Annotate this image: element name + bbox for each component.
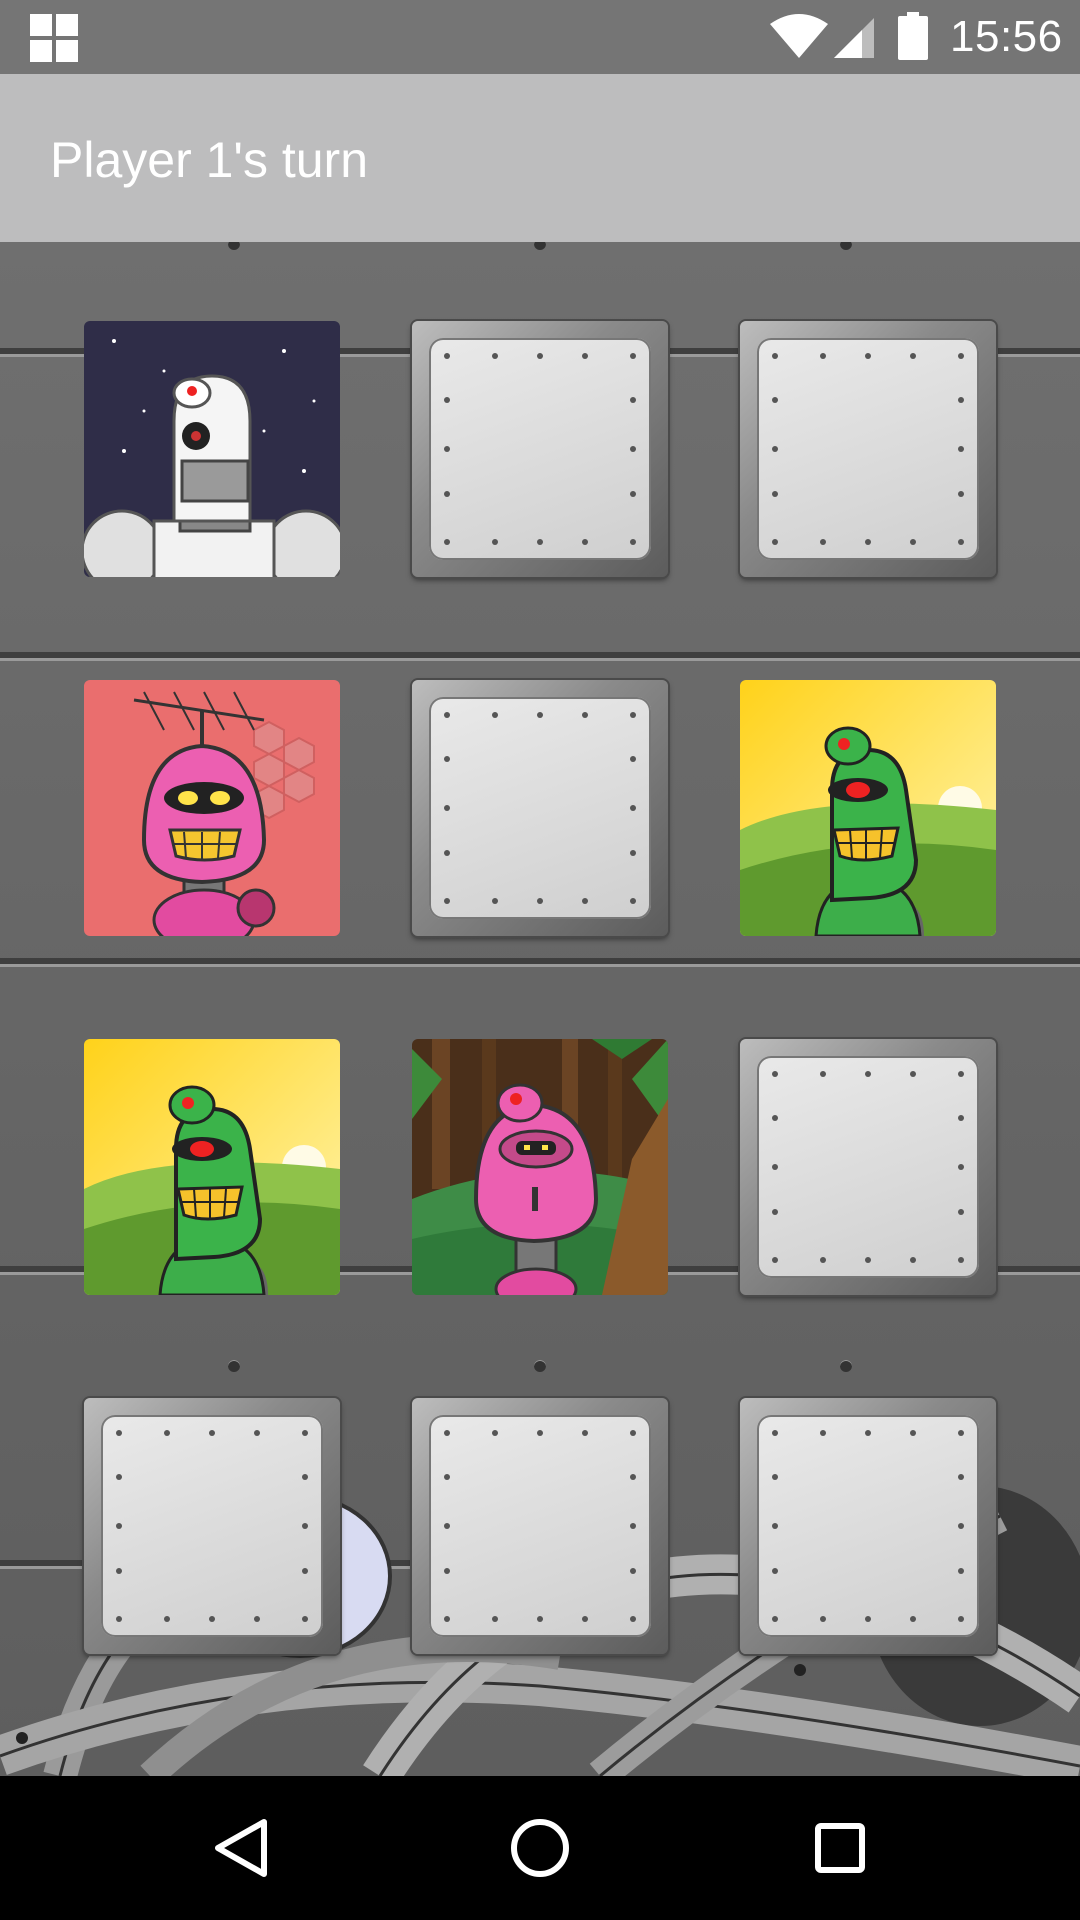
- card-back-rivets: [444, 353, 636, 545]
- card-back-rivets: [444, 712, 636, 904]
- board-rivet: [228, 1360, 240, 1372]
- status-bar: 15:56: [0, 0, 1080, 74]
- action-bar: Player 1's turn: [0, 74, 1080, 242]
- card-back-rivets: [772, 1430, 964, 1622]
- board-rivet: [840, 242, 852, 250]
- board-rivet: [534, 242, 546, 250]
- green-robot-sunset-image: [84, 1039, 340, 1295]
- card-back-rivets: [772, 353, 964, 545]
- board-rail: [0, 958, 1080, 967]
- card-tile-4[interactable]: [84, 680, 340, 936]
- card-tile-6[interactable]: [740, 680, 996, 936]
- card-back-rivets: [444, 1430, 636, 1622]
- card-tile-2[interactable]: [412, 321, 668, 577]
- white-robot-image: [84, 321, 340, 577]
- recents-icon[interactable]: [804, 1812, 876, 1884]
- status-clock: 15:56: [950, 12, 1063, 61]
- card-back-rivets: [772, 1071, 964, 1263]
- board-rivet: [840, 1360, 852, 1372]
- green-robot-sunset-image: [740, 680, 996, 936]
- board-rivet: [534, 1360, 546, 1372]
- cellular-signal-icon: [834, 18, 874, 58]
- card-tile-5[interactable]: [412, 680, 668, 936]
- board-rail: [0, 652, 1080, 661]
- card-tile-9[interactable]: [740, 1039, 996, 1295]
- game-board: [0, 242, 1080, 1776]
- card-tile-11[interactable]: [412, 1398, 668, 1654]
- board-rivet: [228, 242, 240, 250]
- pink-robot-forest-image: [412, 1039, 668, 1295]
- app-grid-icon: [30, 14, 78, 62]
- card-tile-3[interactable]: [740, 321, 996, 577]
- card-tile-1[interactable]: [84, 321, 340, 577]
- card-back-rivets: [116, 1430, 308, 1622]
- card-tile-7[interactable]: [84, 1039, 340, 1295]
- card-tile-12[interactable]: [740, 1398, 996, 1654]
- turn-indicator-title: Player 1's turn: [50, 132, 369, 188]
- wifi-icon: [770, 14, 828, 58]
- battery-icon: [898, 12, 928, 60]
- card-tile-8[interactable]: [412, 1039, 668, 1295]
- card-tile-10[interactable]: [84, 1398, 340, 1654]
- home-icon[interactable]: [504, 1812, 576, 1884]
- navigation-bar: [0, 1776, 1080, 1920]
- back-icon[interactable]: [204, 1812, 276, 1884]
- pink-robot-antenna-image: [84, 680, 340, 936]
